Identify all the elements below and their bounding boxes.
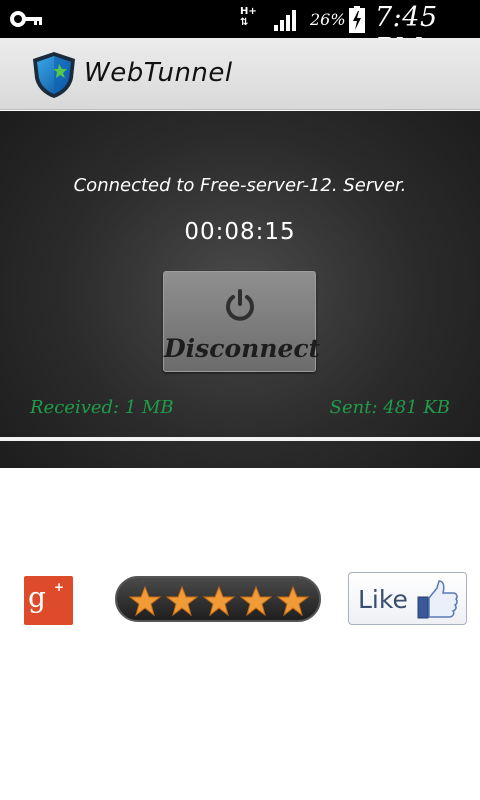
network-type-indicator: H+ ⇅ (240, 6, 257, 28)
signal-icon (274, 10, 296, 31)
star-icon (165, 585, 199, 617)
network-type-label: H+ (240, 6, 257, 17)
connection-status-text: Connected to Free-server-12. Server. (73, 175, 407, 196)
google-plus-button[interactable]: g + (24, 576, 73, 625)
disconnect-button[interactable]: Disconnect (163, 271, 321, 372)
thumbs-up-icon (417, 580, 458, 619)
google-plus-g-label: g (28, 581, 46, 614)
data-arrows-icon: ⇅ (240, 17, 249, 28)
rate-app-stars[interactable] (115, 576, 321, 622)
star-icon (128, 585, 162, 617)
facebook-like-button[interactable]: Like (348, 572, 467, 625)
power-icon (226, 289, 254, 321)
action-bar: WebTunnel (0, 38, 480, 110)
sent-stat: Sent: 481 KB (329, 397, 450, 418)
status-bar: H+ ⇅ 26% 7:45 PM (0, 0, 480, 64)
key-icon (10, 11, 42, 27)
stars-row (128, 585, 310, 617)
star-icon (202, 585, 236, 617)
star-icon (276, 585, 310, 617)
like-label: Like (358, 585, 408, 614)
battery-charging-icon (349, 6, 365, 33)
google-plus-plus-label: + (54, 580, 65, 594)
battery-percent: 26% (310, 10, 346, 29)
app-title: WebTunnel (84, 58, 233, 88)
connection-timer: 00:08:15 (184, 219, 296, 245)
star-icon (239, 585, 273, 617)
received-stat: Received: 1 MB (30, 397, 174, 418)
shield-logo-icon (33, 52, 75, 98)
connection-panel: Connected to Free-server-12. Server. 00:… (0, 111, 480, 468)
disconnect-button-label: Disconnect (164, 334, 321, 363)
divider (0, 437, 480, 441)
